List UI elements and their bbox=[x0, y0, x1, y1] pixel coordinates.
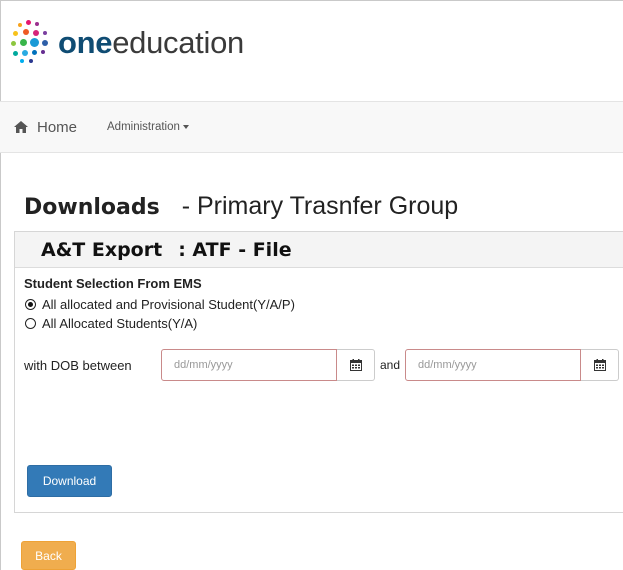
dob-from-input[interactable]: dd/mm/yyyy bbox=[161, 349, 337, 381]
dob-to-calendar-button[interactable] bbox=[581, 349, 619, 381]
calendar-icon bbox=[349, 359, 362, 371]
page-title-main: Downloads bbox=[24, 195, 160, 220]
logo-dots-icon bbox=[10, 19, 56, 65]
panel-heading-suffix: : ATF - File bbox=[178, 238, 292, 261]
radio-provisional[interactable] bbox=[25, 299, 36, 310]
option-allocated-label: All Allocated Students(Y/A) bbox=[42, 316, 198, 331]
download-button[interactable]: Download bbox=[27, 465, 112, 497]
option-provisional-label: All allocated and Provisional Student(Y/… bbox=[42, 297, 295, 312]
nav-home-link[interactable]: Home bbox=[13, 119, 77, 136]
page-title: Downloads - Primary Trasnfer Group bbox=[24, 192, 458, 221]
radio-allocated[interactable] bbox=[25, 318, 36, 329]
page-title-sub: - Primary Trasnfer Group bbox=[181, 192, 459, 220]
panel-heading-title: A&T Export bbox=[41, 238, 163, 261]
back-button[interactable]: Back bbox=[21, 541, 76, 570]
nav-home-label: Home bbox=[37, 118, 78, 136]
nav-administration-label: Administration bbox=[107, 121, 180, 133]
selection-title: Student Selection From EMS bbox=[24, 276, 202, 291]
dob-label: with DOB between bbox=[24, 358, 132, 373]
option-provisional[interactable]: All allocated and Provisional Student(Y/… bbox=[25, 297, 295, 312]
brand-logo[interactable]: oneeducation bbox=[10, 14, 244, 70]
dob-to-input[interactable]: dd/mm/yyyy bbox=[405, 349, 581, 381]
top-navbar: Home Administration bbox=[0, 101, 623, 153]
option-allocated[interactable]: All Allocated Students(Y/A) bbox=[25, 316, 197, 331]
and-label: and bbox=[380, 358, 401, 372]
panel-heading: A&T Export : ATF - File bbox=[15, 232, 623, 268]
home-icon bbox=[14, 121, 28, 133]
nav-administration-dropdown[interactable]: Administration bbox=[107, 121, 189, 133]
calendar-icon bbox=[593, 359, 606, 371]
brand-name: oneeducation bbox=[58, 24, 244, 60]
caret-down-icon bbox=[182, 125, 189, 129]
dob-from-calendar-button[interactable] bbox=[337, 349, 375, 381]
